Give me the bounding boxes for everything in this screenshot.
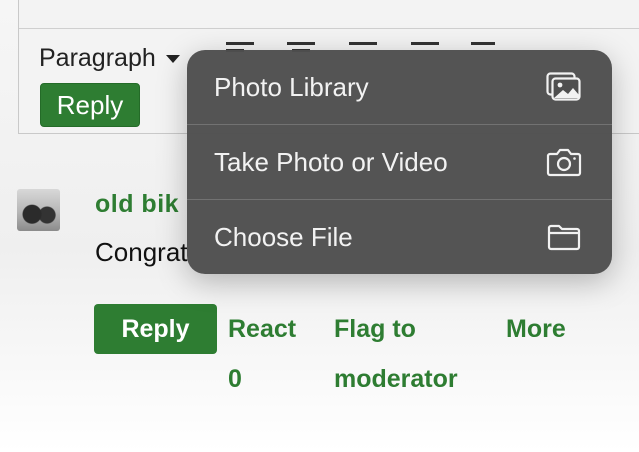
attachment-menu: Photo Library Take Photo or Video Choose…: [187, 50, 612, 274]
more-button[interactable]: More: [506, 304, 566, 354]
menu-item-photo-library[interactable]: Photo Library: [187, 50, 612, 125]
flag-label-line2: moderator: [334, 365, 458, 393]
format-select-label: Paragraph: [39, 44, 156, 72]
menu-item-label: Photo Library: [214, 71, 369, 102]
menu-item-take-photo-or-video[interactable]: Take Photo or Video: [187, 125, 612, 200]
flag-to-moderator-button[interactable]: Flag to moderator: [334, 304, 458, 404]
react-label: React: [228, 315, 297, 343]
menu-item-label: Choose File: [214, 221, 353, 252]
avatar[interactable]: [17, 189, 60, 231]
flag-label-line1: Flag to: [334, 315, 416, 343]
react-count: 0: [228, 365, 242, 393]
post-body-text: Congrat: [95, 237, 188, 267]
folder-icon: [546, 222, 582, 252]
menu-item-choose-file[interactable]: Choose File: [187, 200, 612, 274]
photo-library-icon: [546, 72, 582, 102]
post-username[interactable]: old bik: [95, 190, 179, 219]
editor-divider: [19, 28, 639, 29]
post-reply-button[interactable]: Reply: [94, 304, 217, 354]
paragraph-format-select[interactable]: Paragraph: [39, 44, 180, 73]
chevron-down-icon: [165, 54, 180, 63]
react-button[interactable]: React 0: [228, 304, 296, 404]
menu-item-label: Take Photo or Video: [214, 146, 448, 177]
camera-icon: [546, 147, 582, 177]
composer-reply-button[interactable]: Reply: [40, 83, 140, 127]
